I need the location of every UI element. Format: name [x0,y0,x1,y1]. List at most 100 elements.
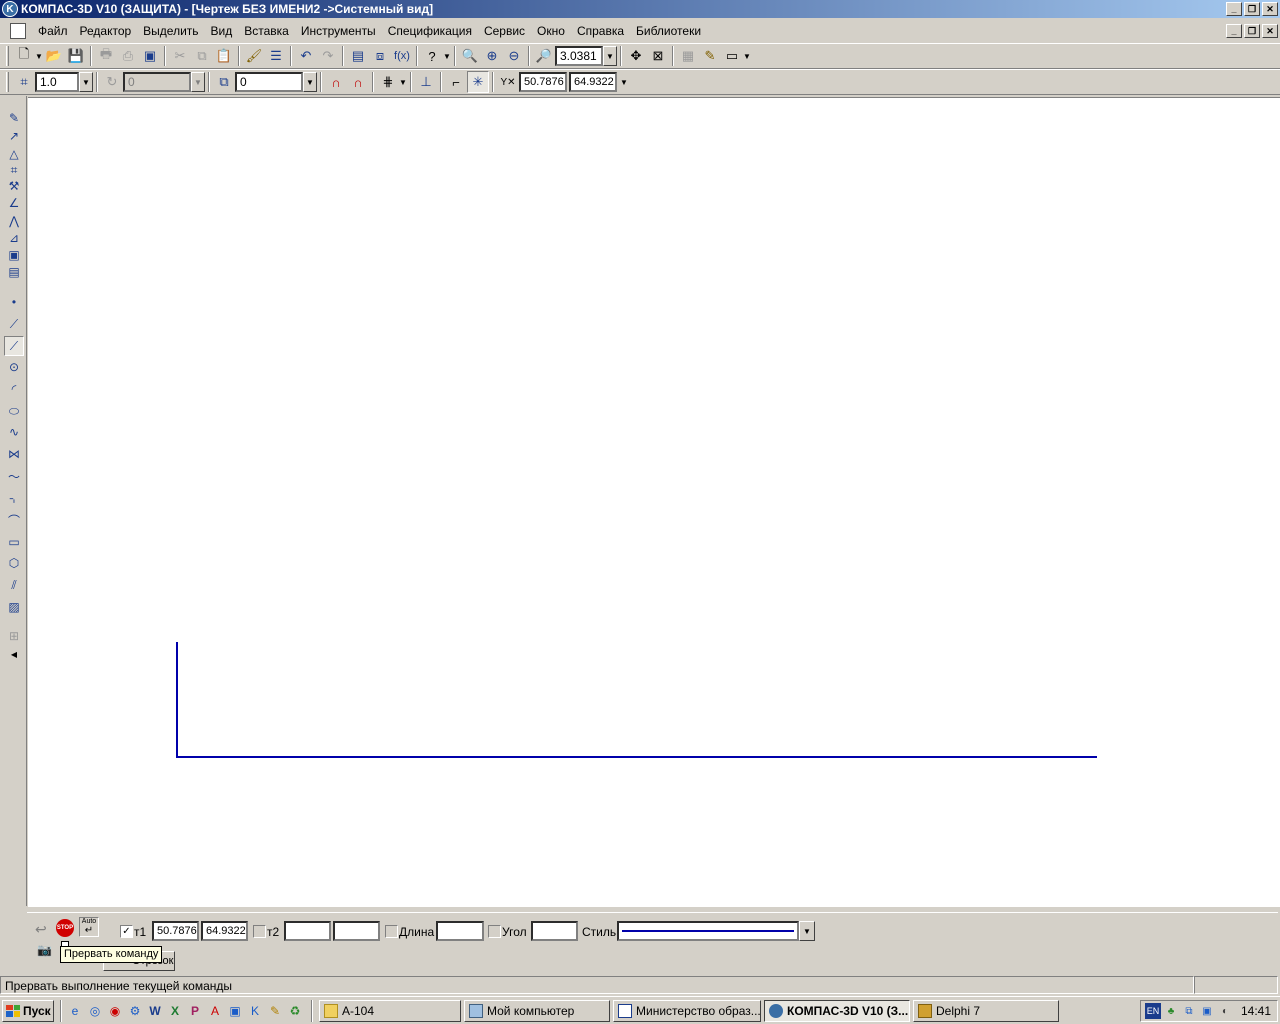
refresh-icon[interactable]: ✎ [699,45,721,67]
minimize-button[interactable]: _ [1226,2,1242,16]
recycle-icon[interactable]: ♻ [285,1001,305,1021]
cursor-y-field[interactable]: 64.9322 [569,72,617,92]
angle-checkbox[interactable] [488,925,501,938]
chevron-down-icon[interactable]: ▼ [303,72,317,92]
ie-icon[interactable]: e [65,1001,85,1021]
snap-global-icon[interactable]: ∩ [347,71,369,93]
zoom-input[interactable]: 3.0381 [555,46,603,66]
zoom-combo[interactable]: 3.0381 ▼ [555,46,617,66]
outlook-icon[interactable]: ◎ [85,1001,105,1021]
kompas-quick-icon[interactable]: K [245,1001,265,1021]
t1-y-field[interactable]: 64.9322 [201,921,248,941]
circle-tool-icon[interactable]: ⊙ [4,357,24,377]
zoom-scale-icon[interactable]: 🔎 [533,45,555,67]
word-icon[interactable]: W [145,1001,165,1021]
chevron-down-icon[interactable]: ▼ [399,78,407,87]
save-icon[interactable]: 💾 [65,45,87,67]
menu-view[interactable]: Вид [205,24,239,38]
manager-icon[interactable]: ▤ [347,45,369,67]
t2-checkbox[interactable] [253,925,266,938]
chevron-down-icon[interactable]: ▼ [79,72,93,92]
menu-file[interactable]: Файл [32,24,74,38]
snap-local-icon[interactable]: ∩ [325,71,347,93]
properties-icon[interactable]: ☰ [265,45,287,67]
open-folder-icon[interactable]: 📂 [43,45,65,67]
ortho-icon[interactable]: ⌐ [445,71,467,93]
chevron-left-icon[interactable]: ◀ [4,644,24,664]
redo-icon[interactable]: ↷ [317,45,339,67]
drawing-canvas[interactable] [28,97,1280,907]
hatch-tool-icon[interactable]: ▨ [4,597,24,617]
cursor-x-field[interactable]: 50.7876 [519,72,567,92]
cut-icon[interactable]: ✂ [169,45,191,67]
style-preview[interactable] [617,921,799,941]
equidistant-tool-icon[interactable]: ⫽ [4,575,24,595]
start-button[interactable]: Пуск [2,999,54,1022]
menu-libraries[interactable]: Библиотеки [630,24,707,38]
print-preview-icon[interactable]: ⎙ [117,45,139,67]
t2-x-field[interactable] [284,921,331,941]
chevron-down-icon[interactable]: ▼ [35,52,43,61]
geometry-panel-icon[interactable]: ✎ [4,108,24,128]
ellipse-tool-icon[interactable]: ⬭ [4,401,24,421]
task-a104[interactable]: A-104 [319,999,461,1022]
contour-tool-icon[interactable]: ⬡ [4,553,24,573]
grid-step-icon[interactable]: ⌗ [13,71,35,93]
toolbar-grip[interactable] [6,46,9,66]
auto-create-button[interactable]: Auto ↵ [79,917,99,937]
opera-icon[interactable]: ◉ [105,1001,125,1021]
document-icon[interactable] [10,22,26,39]
menu-select[interactable]: Выделить [137,24,204,38]
zoom-in-icon[interactable]: ⊕ [481,45,503,67]
new-document-icon[interactable]: 🗋 [13,45,35,67]
doc-minimize-button[interactable]: _ [1226,24,1242,38]
clock[interactable]: 14:41 [1241,1004,1271,1018]
chevron-down-icon[interactable]: ▼ [620,78,628,87]
return-arrow-icon[interactable]: ↩ [35,921,47,938]
settings-gear-icon[interactable]: ⚙ [125,1001,145,1021]
chevron-down-icon[interactable]: ▼ [443,52,451,61]
panel-toggle-icon[interactable]: ▭ [721,45,743,67]
arc-tool-icon[interactable]: ◜ [4,379,24,399]
local-cs-icon[interactable]: ⊥ [415,71,437,93]
doc-close-button[interactable]: ✕ [1262,24,1278,38]
point-tool-icon[interactable]: • [4,292,24,312]
print-icon[interactable]: 🖶 [95,45,117,67]
camera-icon[interactable]: 📷 [37,943,52,957]
menu-insert[interactable]: Вставка [238,24,295,38]
t1-x-field[interactable]: 50.7876 [152,921,199,941]
layers-icon[interactable]: ⧉ [213,71,235,93]
segment-tool-icon[interactable]: ⟋ [4,336,24,356]
redraw-icon[interactable]: ▦ [677,45,699,67]
toolbar-grip[interactable] [6,72,9,92]
rectangle-tool-icon[interactable]: ▭ [4,532,24,552]
collection-tool-icon[interactable]: ⊞ [4,626,24,646]
auxiliary-line-icon[interactable]: ⟋ [4,314,24,334]
restore-button[interactable]: ❐ [1244,2,1260,16]
task-delphi[interactable]: Delphi 7 [913,999,1059,1022]
help-pointer-icon[interactable]: ? [421,45,443,67]
grid-icon[interactable]: ⋕ [377,71,399,93]
close-button[interactable]: ✕ [1262,2,1278,16]
publisher-icon[interactable]: P [185,1001,205,1021]
task-my-computer[interactable]: Мой компьютер [464,999,610,1022]
chamfer-tool-icon[interactable]: ⌍ [4,488,24,508]
snap-toggle-icon[interactable]: ✳ [467,71,489,93]
network-tray-icon[interactable]: ⧉ [1181,1003,1197,1019]
menu-service[interactable]: Сервис [478,24,531,38]
title-bar[interactable]: K КОМПАС-3D V10 (ЗАЩИТА) - [Чертеж БЕЗ И… [0,0,1280,18]
pencil-tool-icon[interactable]: ✎ [265,1001,285,1021]
style-combo[interactable]: ▼ [617,921,815,941]
step-input[interactable]: 1.0 [35,72,79,92]
menu-specification[interactable]: Спецификация [382,24,478,38]
menu-editor[interactable]: Редактор [74,24,138,38]
antivirus-tray-icon[interactable]: ♣ [1163,1003,1179,1019]
menu-tools[interactable]: Инструменты [295,24,382,38]
chevron-down-icon[interactable]: ▼ [603,46,617,66]
undo-icon[interactable]: ↶ [295,45,317,67]
pan-icon[interactable]: ✥ [625,45,647,67]
zoom-out-icon[interactable]: ⊖ [503,45,525,67]
t2-y-field[interactable] [333,921,380,941]
format-brush-icon[interactable]: 🖌 [243,45,265,67]
stop-icon[interactable]: STOP [56,919,74,937]
